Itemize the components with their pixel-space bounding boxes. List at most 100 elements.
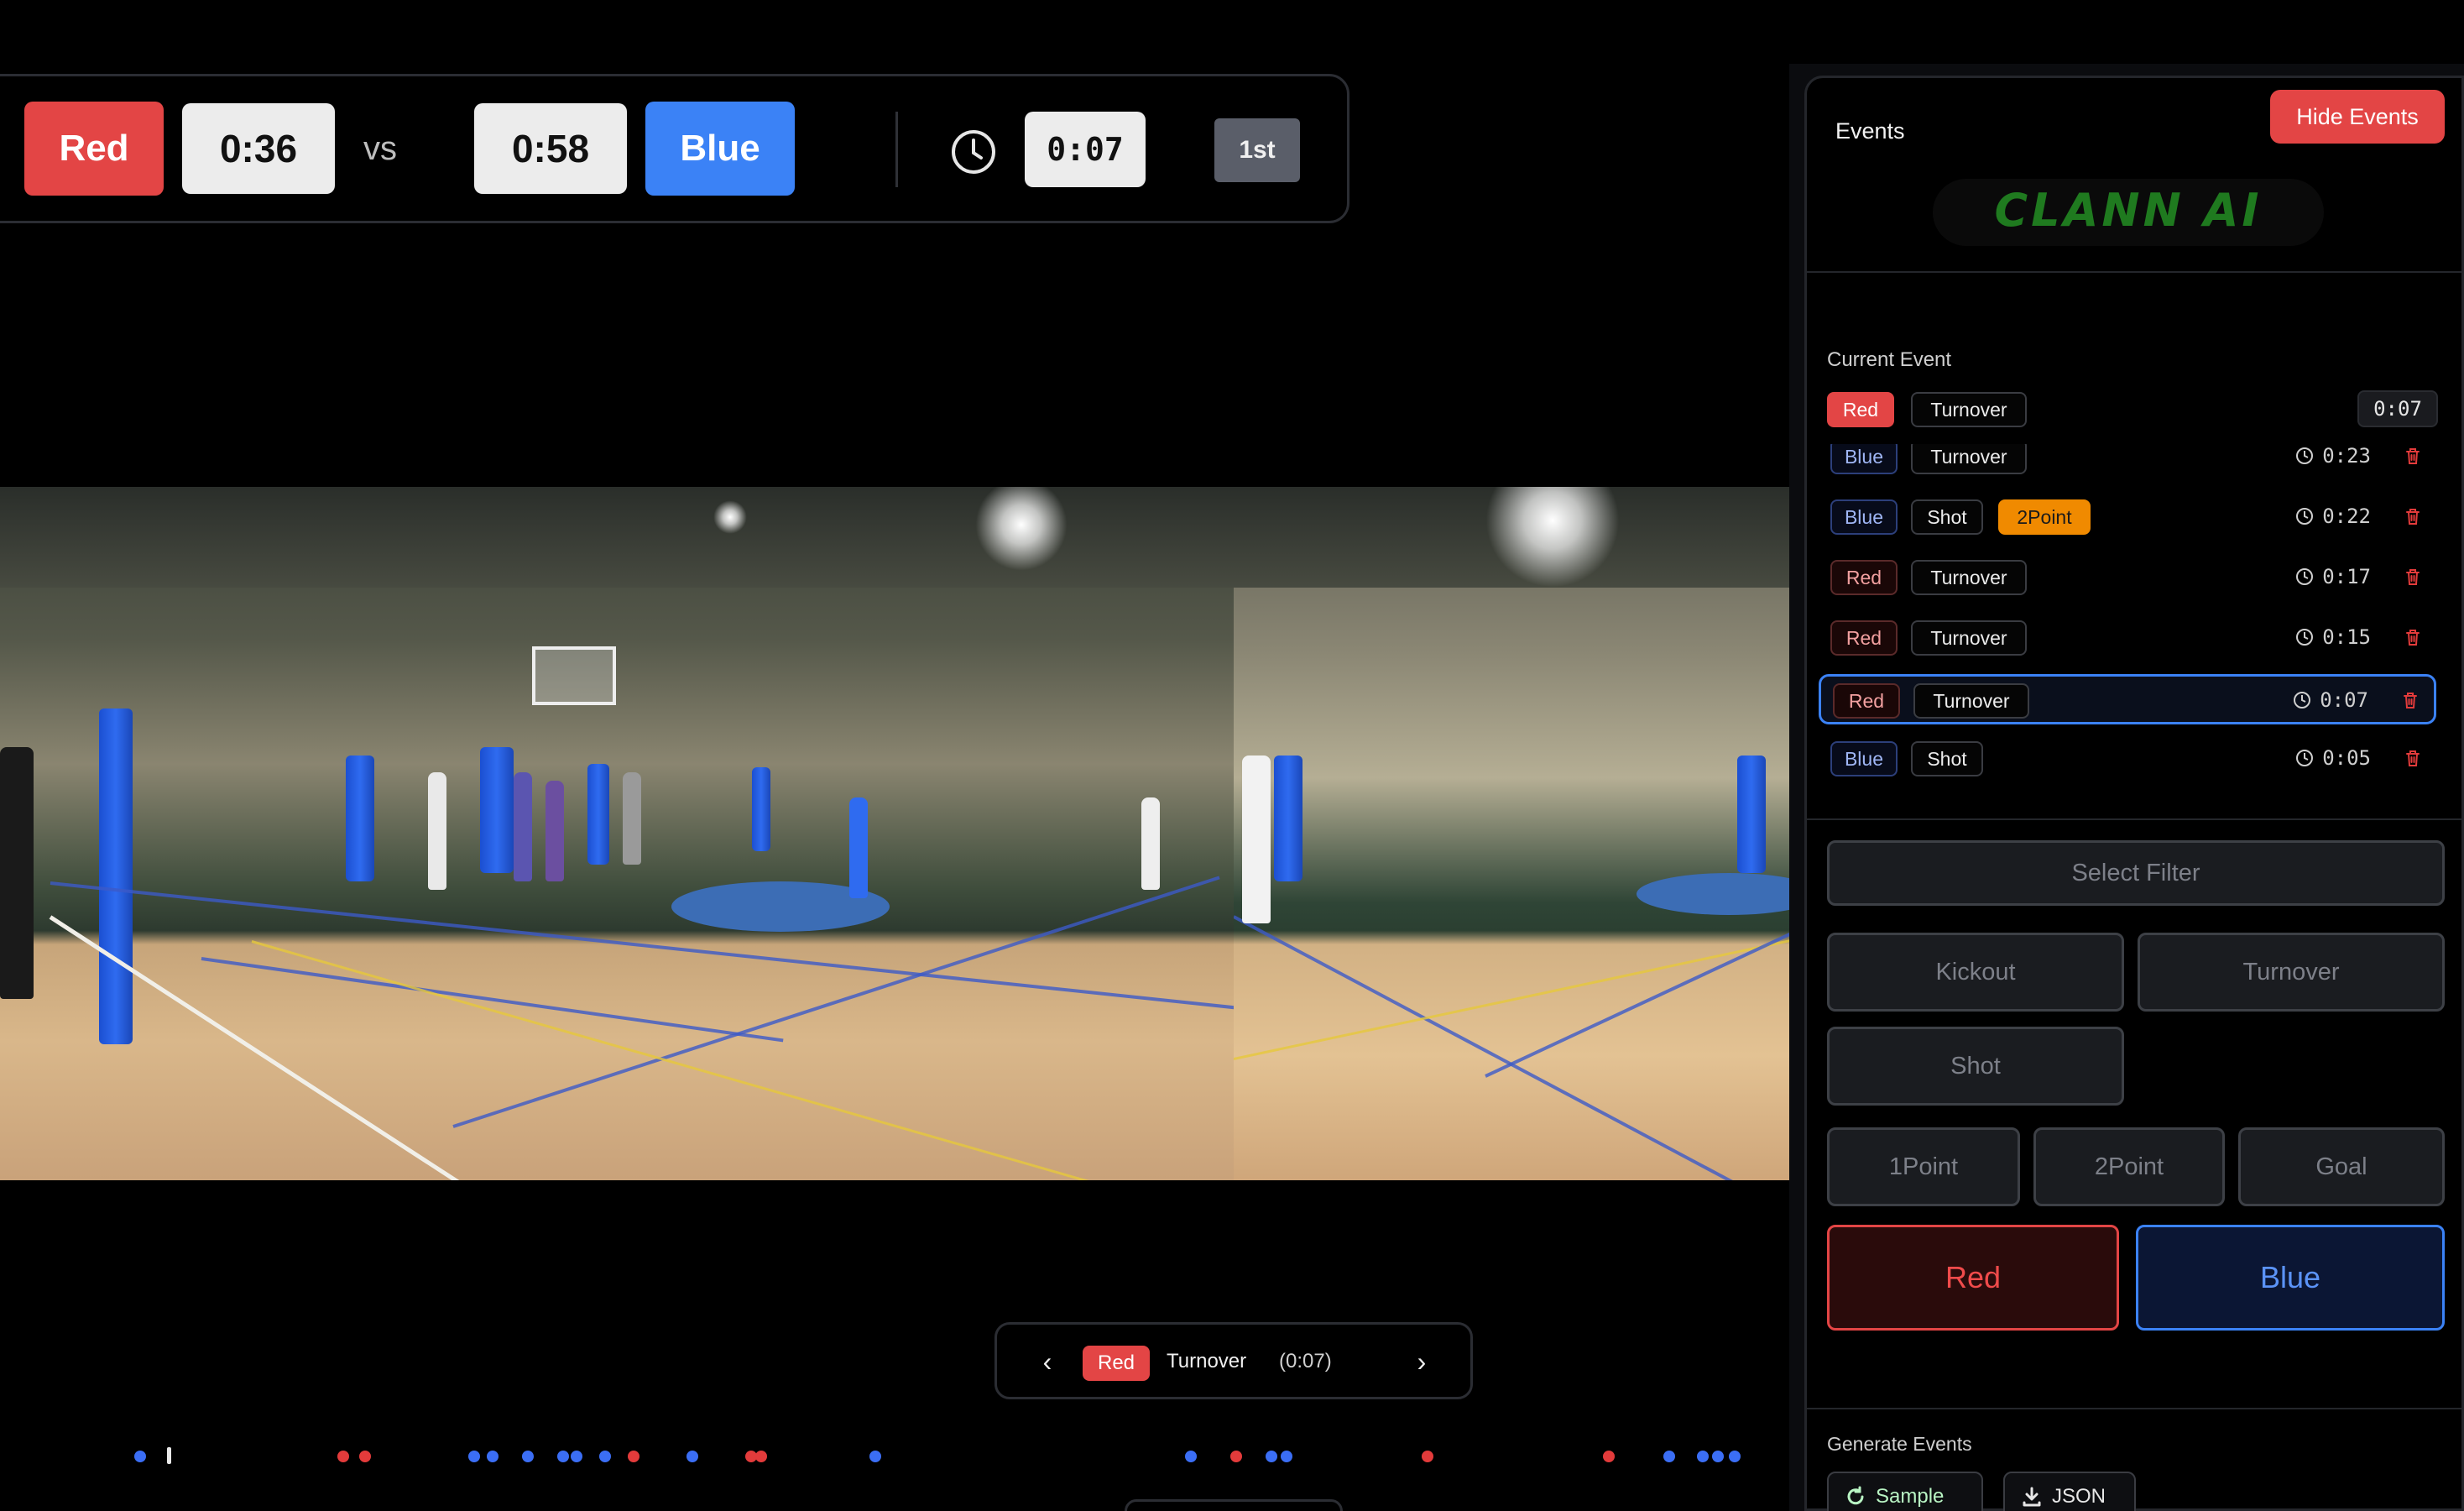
- timeline-event-dot[interactable]: [1281, 1451, 1292, 1462]
- event-team-badge: Blue: [1830, 499, 1898, 535]
- player: [849, 797, 868, 898]
- shot-button[interactable]: Shot: [1827, 1027, 2124, 1106]
- camera-view-left: [0, 487, 1234, 1180]
- timeline-event-dot[interactable]: [1712, 1451, 1724, 1462]
- padded-post: [99, 708, 133, 1044]
- trash-icon[interactable]: [2401, 444, 2425, 468]
- json-button-label: JSON: [2052, 1485, 2106, 1508]
- timeline-event-dot[interactable]: [522, 1451, 534, 1462]
- timeline-event-dot[interactable]: [1729, 1451, 1741, 1462]
- event-timeline[interactable]: [0, 1444, 1791, 1469]
- turnover-button[interactable]: Turnover: [2138, 933, 2445, 1012]
- event-time: 0:22: [2295, 505, 2371, 528]
- events-card: Events Hide Events CLANN AI Current Even…: [1804, 76, 2464, 1511]
- timeline-event-dot[interactable]: [1230, 1451, 1242, 1462]
- event-row[interactable]: Red Turnover 0:17: [1819, 553, 2436, 604]
- events-panel: Events Hide Events CLANN AI Current Even…: [1789, 64, 2464, 1511]
- event-time: 0:17: [2295, 565, 2371, 588]
- hide-events-button[interactable]: Hide Events: [2270, 90, 2445, 144]
- team-red-score: 0:36: [182, 103, 335, 194]
- sample-button-label: Sample: [1876, 1485, 1945, 1508]
- refresh-icon: [1847, 1486, 1864, 1505]
- event-tag: Shot: [1911, 741, 1983, 776]
- trash-icon[interactable]: [2401, 746, 2425, 770]
- current-event-time: 0:07: [2357, 390, 2438, 427]
- timeline-event-dot[interactable]: [686, 1451, 698, 1462]
- event-time: 0:05: [2295, 746, 2371, 770]
- event-tag: 2Point: [1998, 499, 2091, 535]
- team-blue-label: Blue: [645, 102, 795, 196]
- playhead-marker[interactable]: [167, 1447, 171, 1464]
- timeline-event-dot[interactable]: [599, 1451, 611, 1462]
- player: [1242, 756, 1271, 923]
- event-time-value: 0:23: [2322, 444, 2371, 468]
- trash-icon[interactable]: [2399, 688, 2422, 712]
- current-event-type: Turnover: [1911, 392, 2027, 427]
- event-list[interactable]: Blue Turnover 0:23 Blue Shot 2Point 0:22 Red Tur…: [1807, 444, 2464, 800]
- bottom-tab[interactable]: [1125, 1499, 1343, 1511]
- clock-icon: [2296, 568, 2314, 585]
- event-row[interactable]: Blue Shot 0:05: [1819, 735, 2436, 785]
- select-filter-dropdown[interactable]: Select Filter: [1827, 840, 2445, 906]
- nav-event-type: Turnover: [1167, 1350, 1247, 1372]
- padded-post: [480, 747, 514, 873]
- player: [0, 747, 34, 999]
- timeline-event-dot[interactable]: [869, 1451, 881, 1462]
- timeline-event-dot[interactable]: [487, 1451, 499, 1462]
- goal-button[interactable]: Goal: [2238, 1127, 2445, 1206]
- trash-icon[interactable]: [2401, 625, 2425, 649]
- event-time-value: 0:05: [2322, 746, 2371, 770]
- timeline-event-dot[interactable]: [1185, 1451, 1197, 1462]
- nav-event-time: (0:07): [1279, 1350, 1332, 1372]
- json-button[interactable]: JSON: [2003, 1472, 2136, 1511]
- event-row[interactable]: Red Turnover 0:15: [1819, 614, 2436, 664]
- event-time-value: 0:22: [2322, 505, 2371, 528]
- timeline-event-dot[interactable]: [1603, 1451, 1615, 1462]
- logo-text: CLANN AI: [1995, 184, 2263, 237]
- timeline-event-dot[interactable]: [468, 1451, 480, 1462]
- timeline-event-dot[interactable]: [1663, 1451, 1675, 1462]
- sample-button[interactable]: Sample: [1827, 1472, 1983, 1511]
- timeline-event-dot[interactable]: [1422, 1451, 1433, 1462]
- player: [514, 772, 532, 881]
- timeline-event-dot[interactable]: [628, 1451, 639, 1462]
- event-tag: Turnover: [1911, 620, 2027, 656]
- trash-icon[interactable]: [2401, 565, 2425, 588]
- trash-icon[interactable]: [2401, 505, 2425, 528]
- event-row[interactable]: Blue Turnover 0:23: [1819, 444, 2436, 483]
- team-blue-button[interactable]: Blue: [2136, 1225, 2445, 1331]
- one-point-button[interactable]: 1Point: [1827, 1127, 2020, 1206]
- timeline-event-dot[interactable]: [557, 1451, 569, 1462]
- timeline-event-dot[interactable]: [337, 1451, 349, 1462]
- timeline-event-dot[interactable]: [571, 1451, 582, 1462]
- clock-icon: [2296, 447, 2314, 464]
- timeline-event-dot[interactable]: [1266, 1451, 1277, 1462]
- event-time: 0:23: [2295, 444, 2371, 468]
- two-point-button[interactable]: 2Point: [2033, 1127, 2225, 1206]
- chevron-left-icon[interactable]: ‹: [1029, 1343, 1066, 1380]
- chevron-right-icon[interactable]: ›: [1403, 1343, 1440, 1380]
- timeline-event-dot[interactable]: [1697, 1451, 1709, 1462]
- video-player[interactable]: [0, 487, 1791, 1180]
- event-team-badge: Red: [1830, 560, 1898, 595]
- timeline-event-dot[interactable]: [755, 1451, 767, 1462]
- backboard: [532, 646, 616, 705]
- clock-icon: [2294, 692, 2311, 708]
- event-row[interactable]: Blue Shot 2Point 0:22: [1819, 493, 2436, 543]
- kickout-button[interactable]: Kickout: [1827, 933, 2124, 1012]
- ceiling-light: [713, 500, 747, 534]
- clock-icon: [2296, 629, 2314, 646]
- event-time-value: 0:17: [2322, 565, 2371, 588]
- clock-icon: [952, 130, 995, 174]
- team-red-label: Red: [24, 102, 164, 196]
- timeline-event-dot[interactable]: [359, 1451, 371, 1462]
- download-icon: [2023, 1487, 2041, 1507]
- team-red-button[interactable]: Red: [1827, 1225, 2119, 1331]
- event-row[interactable]: Red Turnover 0:07: [1819, 674, 2436, 724]
- padded-post: [587, 764, 609, 865]
- event-time: 0:07: [2293, 688, 2368, 712]
- event-time-value: 0:07: [2320, 688, 2368, 712]
- player: [546, 781, 564, 881]
- events-title: Events: [1835, 118, 1905, 144]
- timeline-event-dot[interactable]: [134, 1451, 146, 1462]
